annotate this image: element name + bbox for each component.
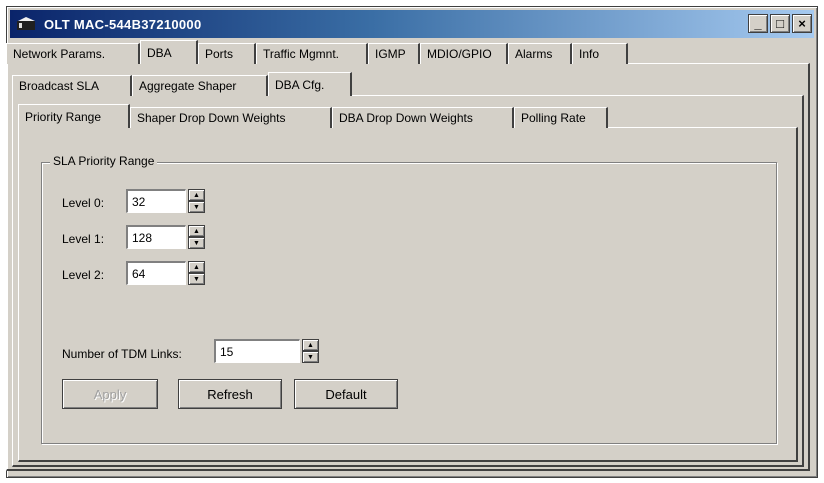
tab-mdio-gpio[interactable]: MDIO/GPIO bbox=[420, 43, 508, 64]
close-icon: × bbox=[798, 16, 806, 31]
tab-traffic-mgmnt[interactable]: Traffic Mgmnt. bbox=[256, 43, 368, 64]
level-1-spinner: 128 ▲ ▼ bbox=[126, 225, 205, 249]
level-1-down-button[interactable]: ▼ bbox=[188, 237, 205, 249]
level-0-up-button[interactable]: ▲ bbox=[188, 189, 205, 201]
tab-alarms[interactable]: Alarms bbox=[508, 43, 572, 64]
tab-aggregate-shaper[interactable]: Aggregate Shaper bbox=[132, 75, 268, 96]
tab-polling-rate[interactable]: Polling Rate bbox=[514, 107, 608, 128]
dba-tab-strip: Broadcast SLA Aggregate Shaper DBA Cfg. bbox=[12, 72, 352, 96]
main-tab-strip: Network Params. DBA Ports Traffic Mgmnt.… bbox=[6, 40, 628, 64]
sla-priority-range-legend: SLA Priority Range bbox=[50, 154, 158, 168]
spin-up-arrow-icon: ▲ bbox=[193, 191, 200, 199]
spin-down-arrow-icon: ▼ bbox=[193, 239, 200, 247]
tab-igmp[interactable]: IGMP bbox=[368, 43, 420, 64]
apply-button[interactable]: Apply bbox=[62, 379, 158, 409]
level-2-up-button[interactable]: ▲ bbox=[188, 261, 205, 273]
tab-ports[interactable]: Ports bbox=[198, 43, 256, 64]
dba-cfg-tab-strip: Priority Range Shaper Drop Down Weights … bbox=[18, 104, 608, 128]
level-2-down-button[interactable]: ▼ bbox=[188, 273, 205, 285]
spin-up-arrow-icon: ▲ bbox=[307, 341, 314, 349]
minimize-icon: _ bbox=[754, 16, 762, 31]
tdm-links-up-button[interactable]: ▲ bbox=[302, 339, 319, 351]
tdm-links-input[interactable]: 15 bbox=[214, 339, 300, 363]
refresh-button[interactable]: Refresh bbox=[178, 379, 282, 409]
level-0-down-button[interactable]: ▼ bbox=[188, 201, 205, 213]
tab-dba-cfg[interactable]: DBA Cfg. bbox=[268, 72, 352, 96]
tdm-links-down-button[interactable]: ▼ bbox=[302, 351, 319, 363]
spin-up-arrow-icon: ▲ bbox=[193, 227, 200, 235]
level-2-input[interactable]: 64 bbox=[126, 261, 186, 285]
tab-shaper-drop-down-weights[interactable]: Shaper Drop Down Weights bbox=[130, 107, 332, 128]
title-bar[interactable]: OLT MAC-544B37210000 _ □ × bbox=[10, 10, 814, 38]
close-button[interactable]: × bbox=[792, 14, 812, 33]
spin-up-arrow-icon: ▲ bbox=[193, 263, 200, 271]
level-0-input[interactable]: 32 bbox=[126, 189, 186, 213]
maximize-icon: □ bbox=[776, 16, 784, 31]
minimize-button[interactable]: _ bbox=[748, 14, 768, 33]
tab-priority-range[interactable]: Priority Range bbox=[18, 104, 130, 128]
spin-down-arrow-icon: ▼ bbox=[307, 353, 314, 361]
app-icon bbox=[16, 16, 38, 32]
tab-broadcast-sla[interactable]: Broadcast SLA bbox=[12, 75, 132, 96]
level-2-spinner: 64 ▲ ▼ bbox=[126, 261, 205, 285]
level-0-label: Level 0: bbox=[62, 196, 105, 210]
tab-dba-drop-down-weights[interactable]: DBA Drop Down Weights bbox=[332, 107, 514, 128]
maximize-button[interactable]: □ bbox=[770, 14, 790, 33]
tdm-links-label: Number of TDM Links: bbox=[62, 347, 182, 361]
spin-down-arrow-icon: ▼ bbox=[193, 203, 200, 211]
tdm-links-spinner: 15 ▲ ▼ bbox=[214, 339, 319, 363]
default-button[interactable]: Default bbox=[294, 379, 398, 409]
level-1-label: Level 1: bbox=[62, 232, 105, 246]
level-0-spinner: 32 ▲ ▼ bbox=[126, 189, 205, 213]
level-2-label: Level 2: bbox=[62, 268, 105, 282]
tab-info[interactable]: Info bbox=[572, 43, 628, 64]
level-1-input[interactable]: 128 bbox=[126, 225, 186, 249]
window-title: OLT MAC-544B37210000 bbox=[44, 16, 202, 32]
level-1-up-button[interactable]: ▲ bbox=[188, 225, 205, 237]
tab-dba[interactable]: DBA bbox=[140, 40, 198, 64]
tab-network-params[interactable]: Network Params. bbox=[6, 43, 140, 64]
spin-down-arrow-icon: ▼ bbox=[193, 275, 200, 283]
